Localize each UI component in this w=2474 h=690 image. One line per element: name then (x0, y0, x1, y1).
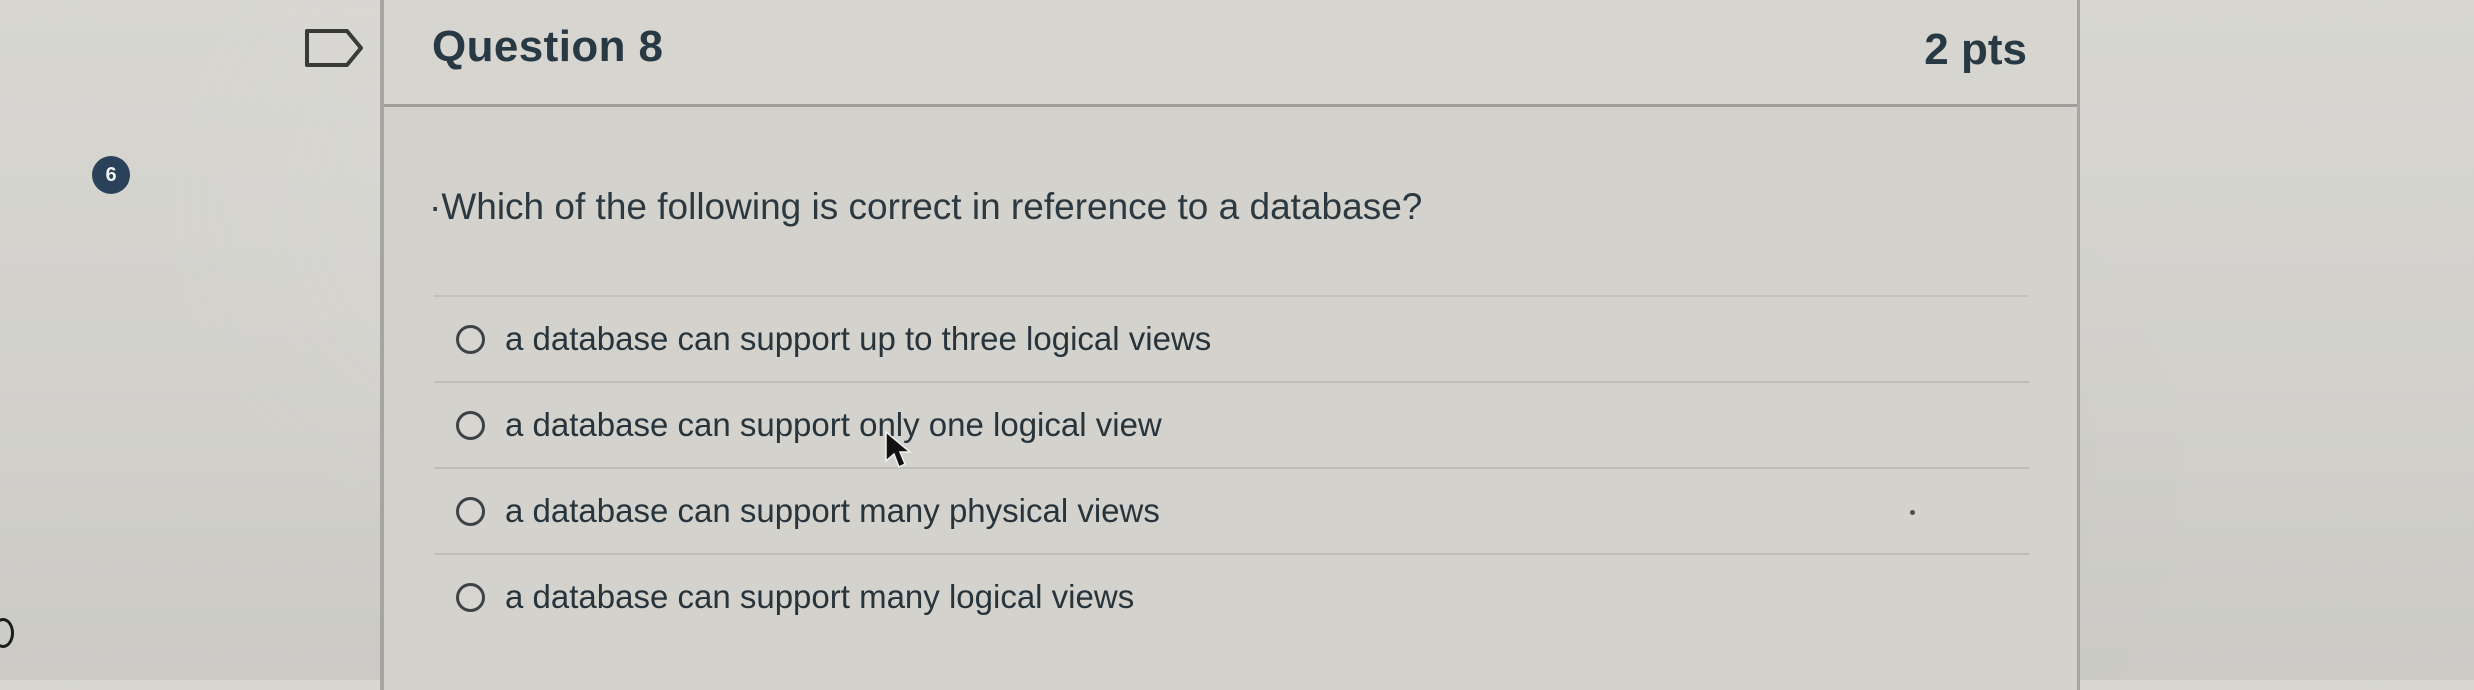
answer-option-4[interactable]: a database can support many logical view… (434, 553, 2029, 639)
answer-option-4-label: a database can support many logical view… (505, 578, 1135, 615)
answer-option-1[interactable]: a database can support up to three logic… (434, 295, 2029, 381)
answer-list: a database can support up to three logic… (434, 295, 2029, 639)
flag-outline-icon[interactable] (304, 28, 364, 68)
question-header: Question 8 2 pts (384, 0, 2077, 107)
question-card: Question 8 2 pts ·Which of the following… (380, 0, 2080, 690)
question-prompt: ·Which of the following is correct in re… (429, 186, 1423, 227)
question-points: 2 pts (1924, 25, 2027, 74)
radio-button-icon[interactable] (456, 410, 485, 440)
radio-button-icon[interactable] (456, 324, 485, 354)
radio-button-icon[interactable] (456, 582, 485, 612)
answer-option-3-label: a database can support many physical vie… (505, 492, 1160, 529)
answer-option-2-label: a database can support only one logical … (505, 406, 1162, 443)
question-number-badge: 6 (92, 156, 130, 194)
answer-option-1-label: a database can support up to three logic… (505, 320, 1212, 357)
question-title: Question 8 (432, 22, 664, 71)
screen-mark (1910, 510, 1915, 515)
radio-button-icon[interactable] (456, 496, 485, 526)
answer-option-3[interactable]: a database can support many physical vie… (434, 467, 2029, 553)
mouse-pointer-icon (885, 430, 912, 469)
answer-option-2[interactable]: a database can support only one logical … (434, 381, 2029, 467)
left-edge-control-icon (0, 618, 14, 648)
question-number-badge-text: 6 (105, 163, 117, 186)
